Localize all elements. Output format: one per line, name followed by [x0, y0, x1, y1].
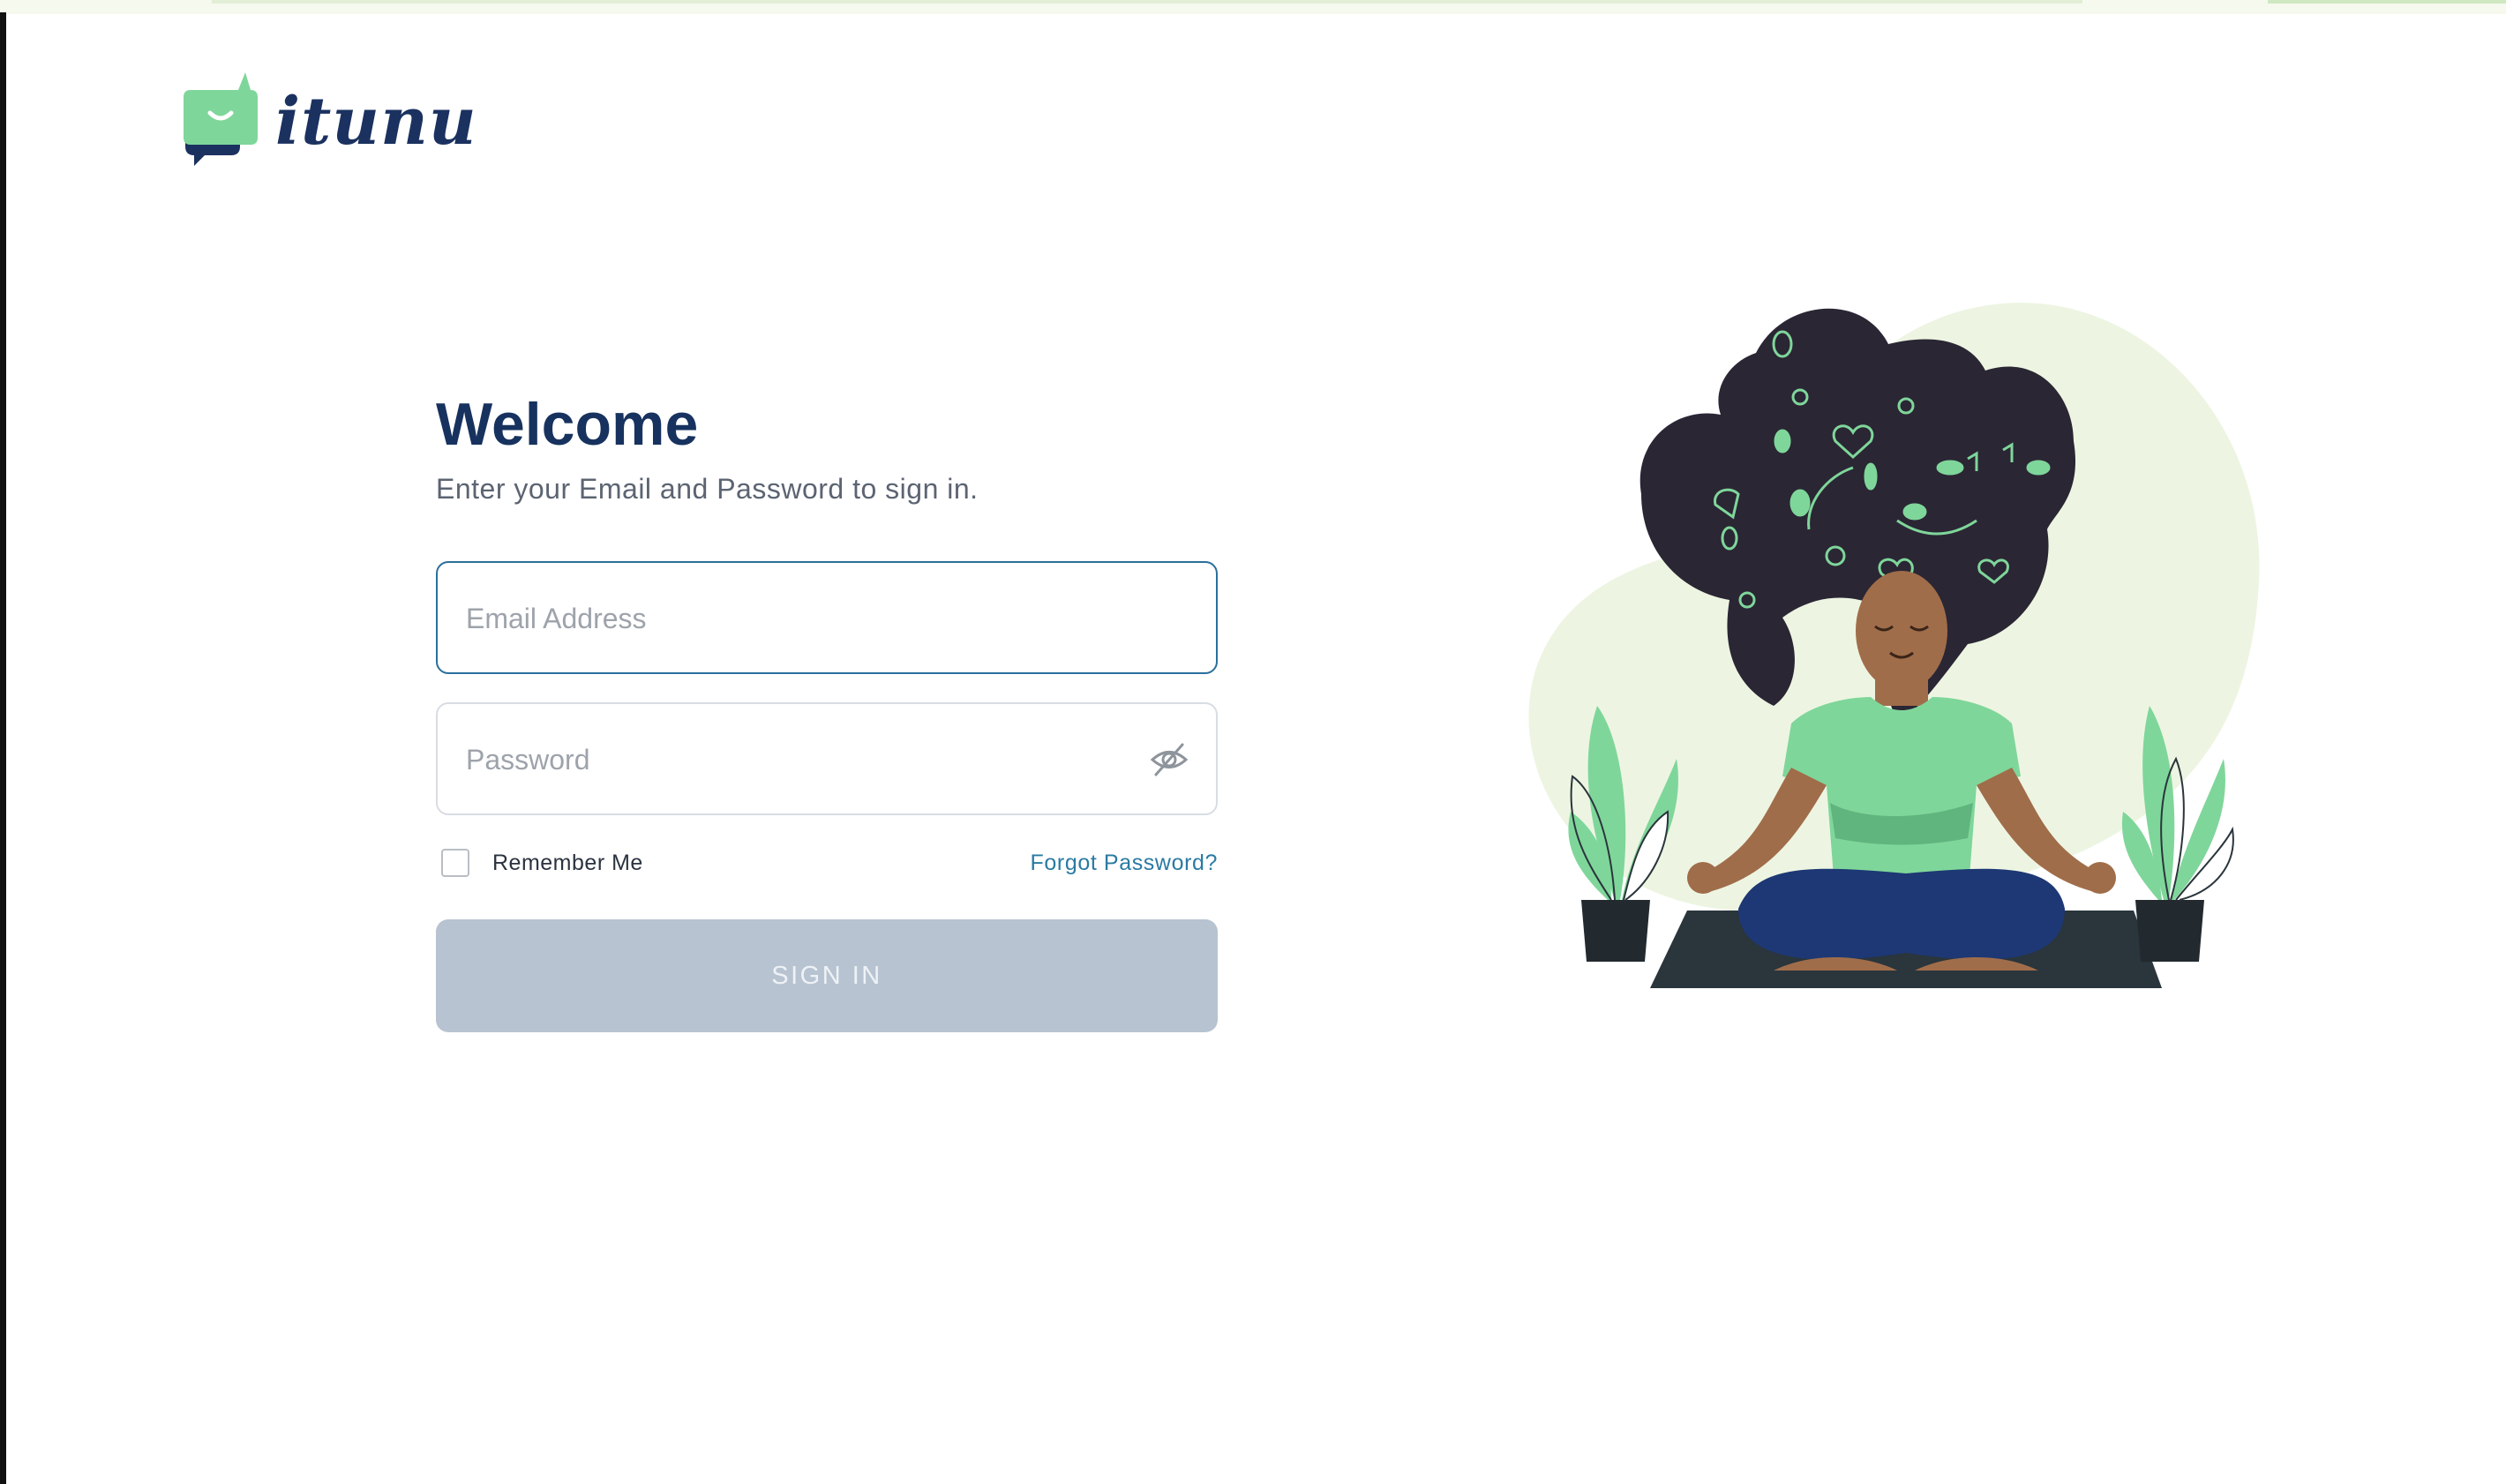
- forgot-password-link[interactable]: Forgot Password?: [1031, 851, 1218, 876]
- form-options: Remember Me Forgot Password?: [436, 849, 1218, 884]
- password-input[interactable]: [464, 704, 1138, 815]
- remember-me-checkbox[interactable]: [441, 849, 469, 877]
- remember-me-label: Remember Me: [492, 850, 643, 875]
- login-page: itunu Welcome Enter your Email and Passw…: [0, 0, 2506, 1484]
- password-field[interactable]: [436, 702, 1218, 815]
- page-subtitle: Enter your Email and Password to sign in…: [436, 473, 979, 505]
- window-left-edge: [0, 12, 6, 1484]
- top-strip-segment: [2268, 0, 2506, 4]
- browser-top-strip: [0, 0, 2506, 14]
- sign-in-button[interactable]: SIGN IN: [436, 919, 1218, 1032]
- email-input[interactable]: [464, 563, 1138, 674]
- brand-logo[interactable]: itunu: [180, 71, 477, 168]
- brand-wordmark: itunu: [275, 84, 477, 160]
- login-form: Welcome Enter your Email and Password to…: [436, 385, 1218, 1032]
- top-strip-segment: [212, 0, 2082, 4]
- eye-off-icon[interactable]: [1149, 739, 1189, 780]
- email-field[interactable]: [436, 561, 1218, 674]
- page-title: Welcome: [436, 391, 699, 458]
- remember-me[interactable]: Remember Me: [441, 849, 643, 877]
- chat-bubble-logo-icon: [184, 72, 258, 166]
- meditation-illustration: [1528, 303, 2260, 988]
